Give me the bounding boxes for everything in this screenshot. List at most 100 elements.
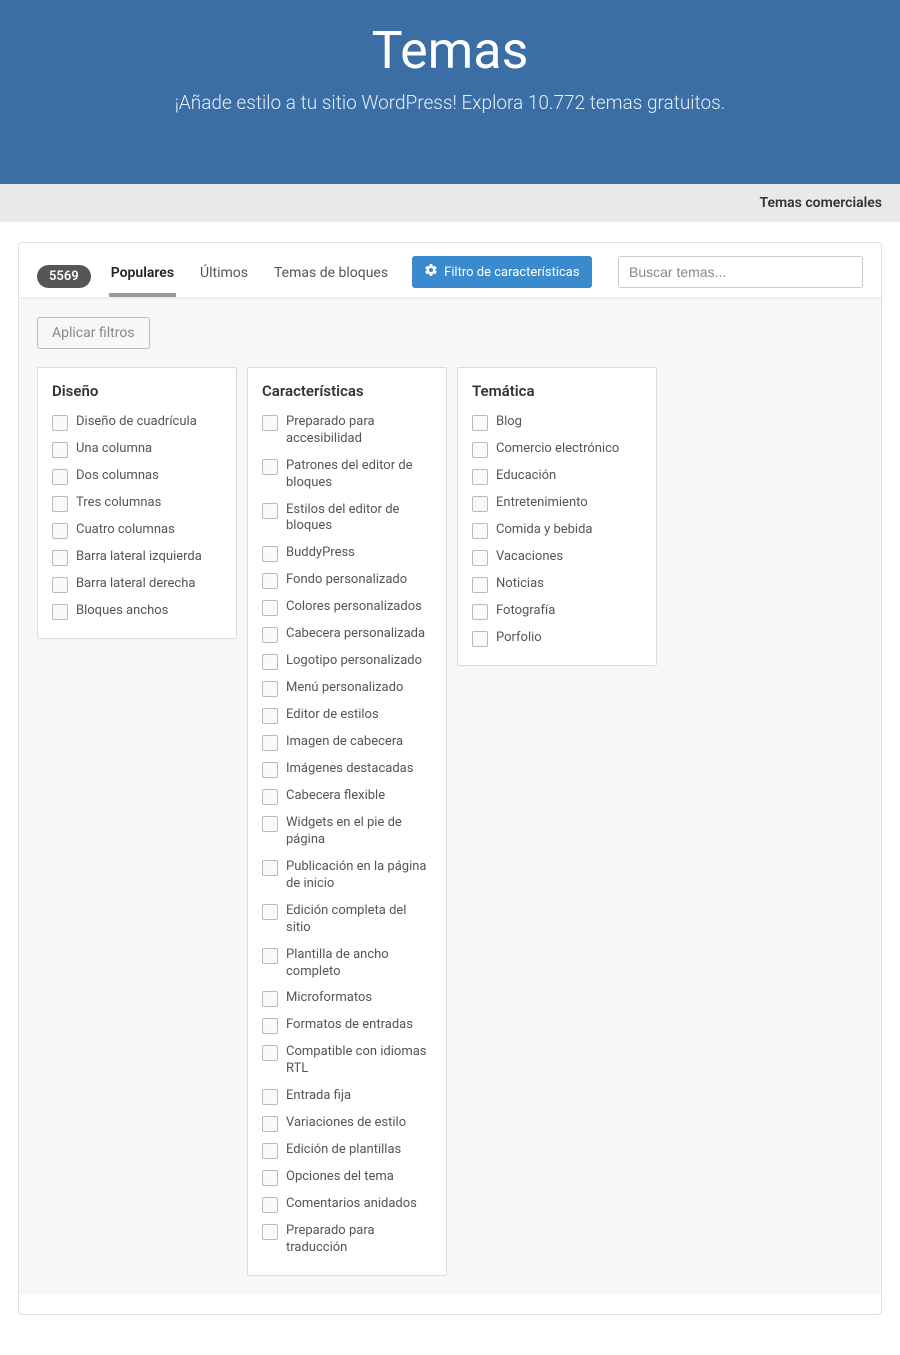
checkbox-icon[interactable] xyxy=(262,654,278,670)
checkbox-icon[interactable] xyxy=(262,1197,278,1213)
filter-option[interactable]: Cabecera personalizada xyxy=(262,626,432,643)
checkbox-icon[interactable] xyxy=(262,948,278,964)
checkbox-icon[interactable] xyxy=(472,415,488,431)
filter-option[interactable]: Entrada fija xyxy=(262,1088,432,1105)
checkbox-icon[interactable] xyxy=(262,573,278,589)
filter-option[interactable]: Cabecera flexible xyxy=(262,788,432,805)
checkbox-icon[interactable] xyxy=(262,860,278,876)
apply-filters-button[interactable]: Aplicar filtros xyxy=(37,317,150,349)
filter-option[interactable]: Educación xyxy=(472,468,642,485)
tab-block-themes[interactable]: Temas de bloques xyxy=(272,255,390,297)
tab-latest[interactable]: Últimos xyxy=(198,255,250,297)
filter-option[interactable]: Dos columnas xyxy=(52,468,222,485)
filter-option[interactable]: Logotipo personalizado xyxy=(262,653,432,670)
filter-option[interactable]: Preparado para accesibilidad xyxy=(262,414,432,448)
filter-option[interactable]: Compatible con idiomas RTL xyxy=(262,1044,432,1078)
checkbox-icon[interactable] xyxy=(262,789,278,805)
checkbox-icon[interactable] xyxy=(52,469,68,485)
checkbox-icon[interactable] xyxy=(472,550,488,566)
filter-option[interactable]: Comida y bebida xyxy=(472,522,642,539)
filter-option[interactable]: Patrones del editor de bloques xyxy=(262,458,432,492)
filter-option[interactable]: Fondo personalizado xyxy=(262,572,432,589)
filter-option[interactable]: Preparado para traducción xyxy=(262,1223,432,1257)
filter-option[interactable]: BuddyPress xyxy=(262,545,432,562)
checkbox-icon[interactable] xyxy=(262,503,278,519)
filter-option-label: Imágenes destacadas xyxy=(286,761,413,778)
filter-option[interactable]: Noticias xyxy=(472,576,642,593)
checkbox-icon[interactable] xyxy=(262,1045,278,1061)
feature-filter-button[interactable]: Filtro de características xyxy=(412,256,592,288)
filters-area: Aplicar filtros DiseñoDiseño de cuadrícu… xyxy=(19,298,881,1294)
checkbox-icon[interactable] xyxy=(472,577,488,593)
filter-option[interactable]: Barra lateral izquierda xyxy=(52,549,222,566)
filter-option[interactable]: Comentarios anidados xyxy=(262,1196,432,1213)
content-area: 5569 Populares Últimos Temas de bloques … xyxy=(0,222,900,1355)
checkbox-icon[interactable] xyxy=(262,991,278,1007)
checkbox-icon[interactable] xyxy=(472,631,488,647)
checkbox-icon[interactable] xyxy=(262,735,278,751)
filter-option[interactable]: Opciones del tema xyxy=(262,1169,432,1186)
filter-option[interactable]: Imágenes destacadas xyxy=(262,761,432,778)
checkbox-icon[interactable] xyxy=(262,681,278,697)
checkbox-icon[interactable] xyxy=(262,1089,278,1105)
filter-option[interactable]: Cuatro columnas xyxy=(52,522,222,539)
checkbox-icon[interactable] xyxy=(262,762,278,778)
checkbox-icon[interactable] xyxy=(262,1018,278,1034)
filter-option[interactable]: Publicación en la página de inicio xyxy=(262,859,432,893)
checkbox-icon[interactable] xyxy=(262,600,278,616)
checkbox-icon[interactable] xyxy=(472,496,488,512)
checkbox-icon[interactable] xyxy=(52,415,68,431)
filter-option[interactable]: Colores personalizados xyxy=(262,599,432,616)
filter-option[interactable]: Entretenimiento xyxy=(472,495,642,512)
checkbox-icon[interactable] xyxy=(262,459,278,475)
checkbox-icon[interactable] xyxy=(262,1170,278,1186)
filter-option[interactable]: Porfolio xyxy=(472,630,642,647)
checkbox-icon[interactable] xyxy=(262,546,278,562)
checkbox-icon[interactable] xyxy=(262,1116,278,1132)
filter-option[interactable]: Editor de estilos xyxy=(262,707,432,724)
checkbox-icon[interactable] xyxy=(262,627,278,643)
filter-option[interactable]: Bloques anchos xyxy=(52,603,222,620)
filter-option[interactable]: Menú personalizado xyxy=(262,680,432,697)
checkbox-icon[interactable] xyxy=(472,523,488,539)
checkbox-icon[interactable] xyxy=(472,442,488,458)
filter-option[interactable]: Comercio electrónico xyxy=(472,441,642,458)
filter-option[interactable]: Microformatos xyxy=(262,990,432,1007)
filter-option[interactable]: Plantilla de ancho completo xyxy=(262,947,432,981)
checkbox-icon[interactable] xyxy=(472,469,488,485)
checkbox-icon[interactable] xyxy=(52,604,68,620)
filter-option[interactable]: Blog xyxy=(472,414,642,431)
checkbox-icon[interactable] xyxy=(262,1224,278,1240)
filter-option[interactable]: Fotografía xyxy=(472,603,642,620)
filter-option[interactable]: Edición completa del sitio xyxy=(262,903,432,937)
filter-option-label: Edición de plantillas xyxy=(286,1142,401,1159)
filter-group-title: Temática xyxy=(472,382,642,400)
checkbox-icon[interactable] xyxy=(262,904,278,920)
filter-option[interactable]: Vacaciones xyxy=(472,549,642,566)
filter-option[interactable]: Una columna xyxy=(52,441,222,458)
checkbox-icon[interactable] xyxy=(52,523,68,539)
checkbox-icon[interactable] xyxy=(262,1143,278,1159)
filter-option[interactable]: Variaciones de estilo xyxy=(262,1115,432,1132)
theme-count-badge: 5569 xyxy=(37,265,91,288)
checkbox-icon[interactable] xyxy=(52,550,68,566)
filter-option[interactable]: Edición de plantillas xyxy=(262,1142,432,1159)
checkbox-icon[interactable] xyxy=(52,442,68,458)
filter-option[interactable]: Diseño de cuadrícula xyxy=(52,414,222,431)
filter-option[interactable]: Barra lateral derecha xyxy=(52,576,222,593)
checkbox-icon[interactable] xyxy=(52,496,68,512)
checkbox-icon[interactable] xyxy=(262,816,278,832)
filter-option[interactable]: Formatos de entradas xyxy=(262,1017,432,1034)
search-input[interactable] xyxy=(618,256,863,288)
checkbox-icon[interactable] xyxy=(262,708,278,724)
filter-option-label: Preparado para accesibilidad xyxy=(286,414,432,448)
tab-popular[interactable]: Populares xyxy=(109,255,176,297)
checkbox-icon[interactable] xyxy=(52,577,68,593)
commercial-themes-link[interactable]: Temas comerciales xyxy=(759,195,882,211)
checkbox-icon[interactable] xyxy=(472,604,488,620)
filter-option[interactable]: Estilos del editor de bloques xyxy=(262,502,432,536)
filter-option[interactable]: Tres columnas xyxy=(52,495,222,512)
filter-option[interactable]: Widgets en el pie de página xyxy=(262,815,432,849)
checkbox-icon[interactable] xyxy=(262,415,278,431)
filter-option[interactable]: Imagen de cabecera xyxy=(262,734,432,751)
